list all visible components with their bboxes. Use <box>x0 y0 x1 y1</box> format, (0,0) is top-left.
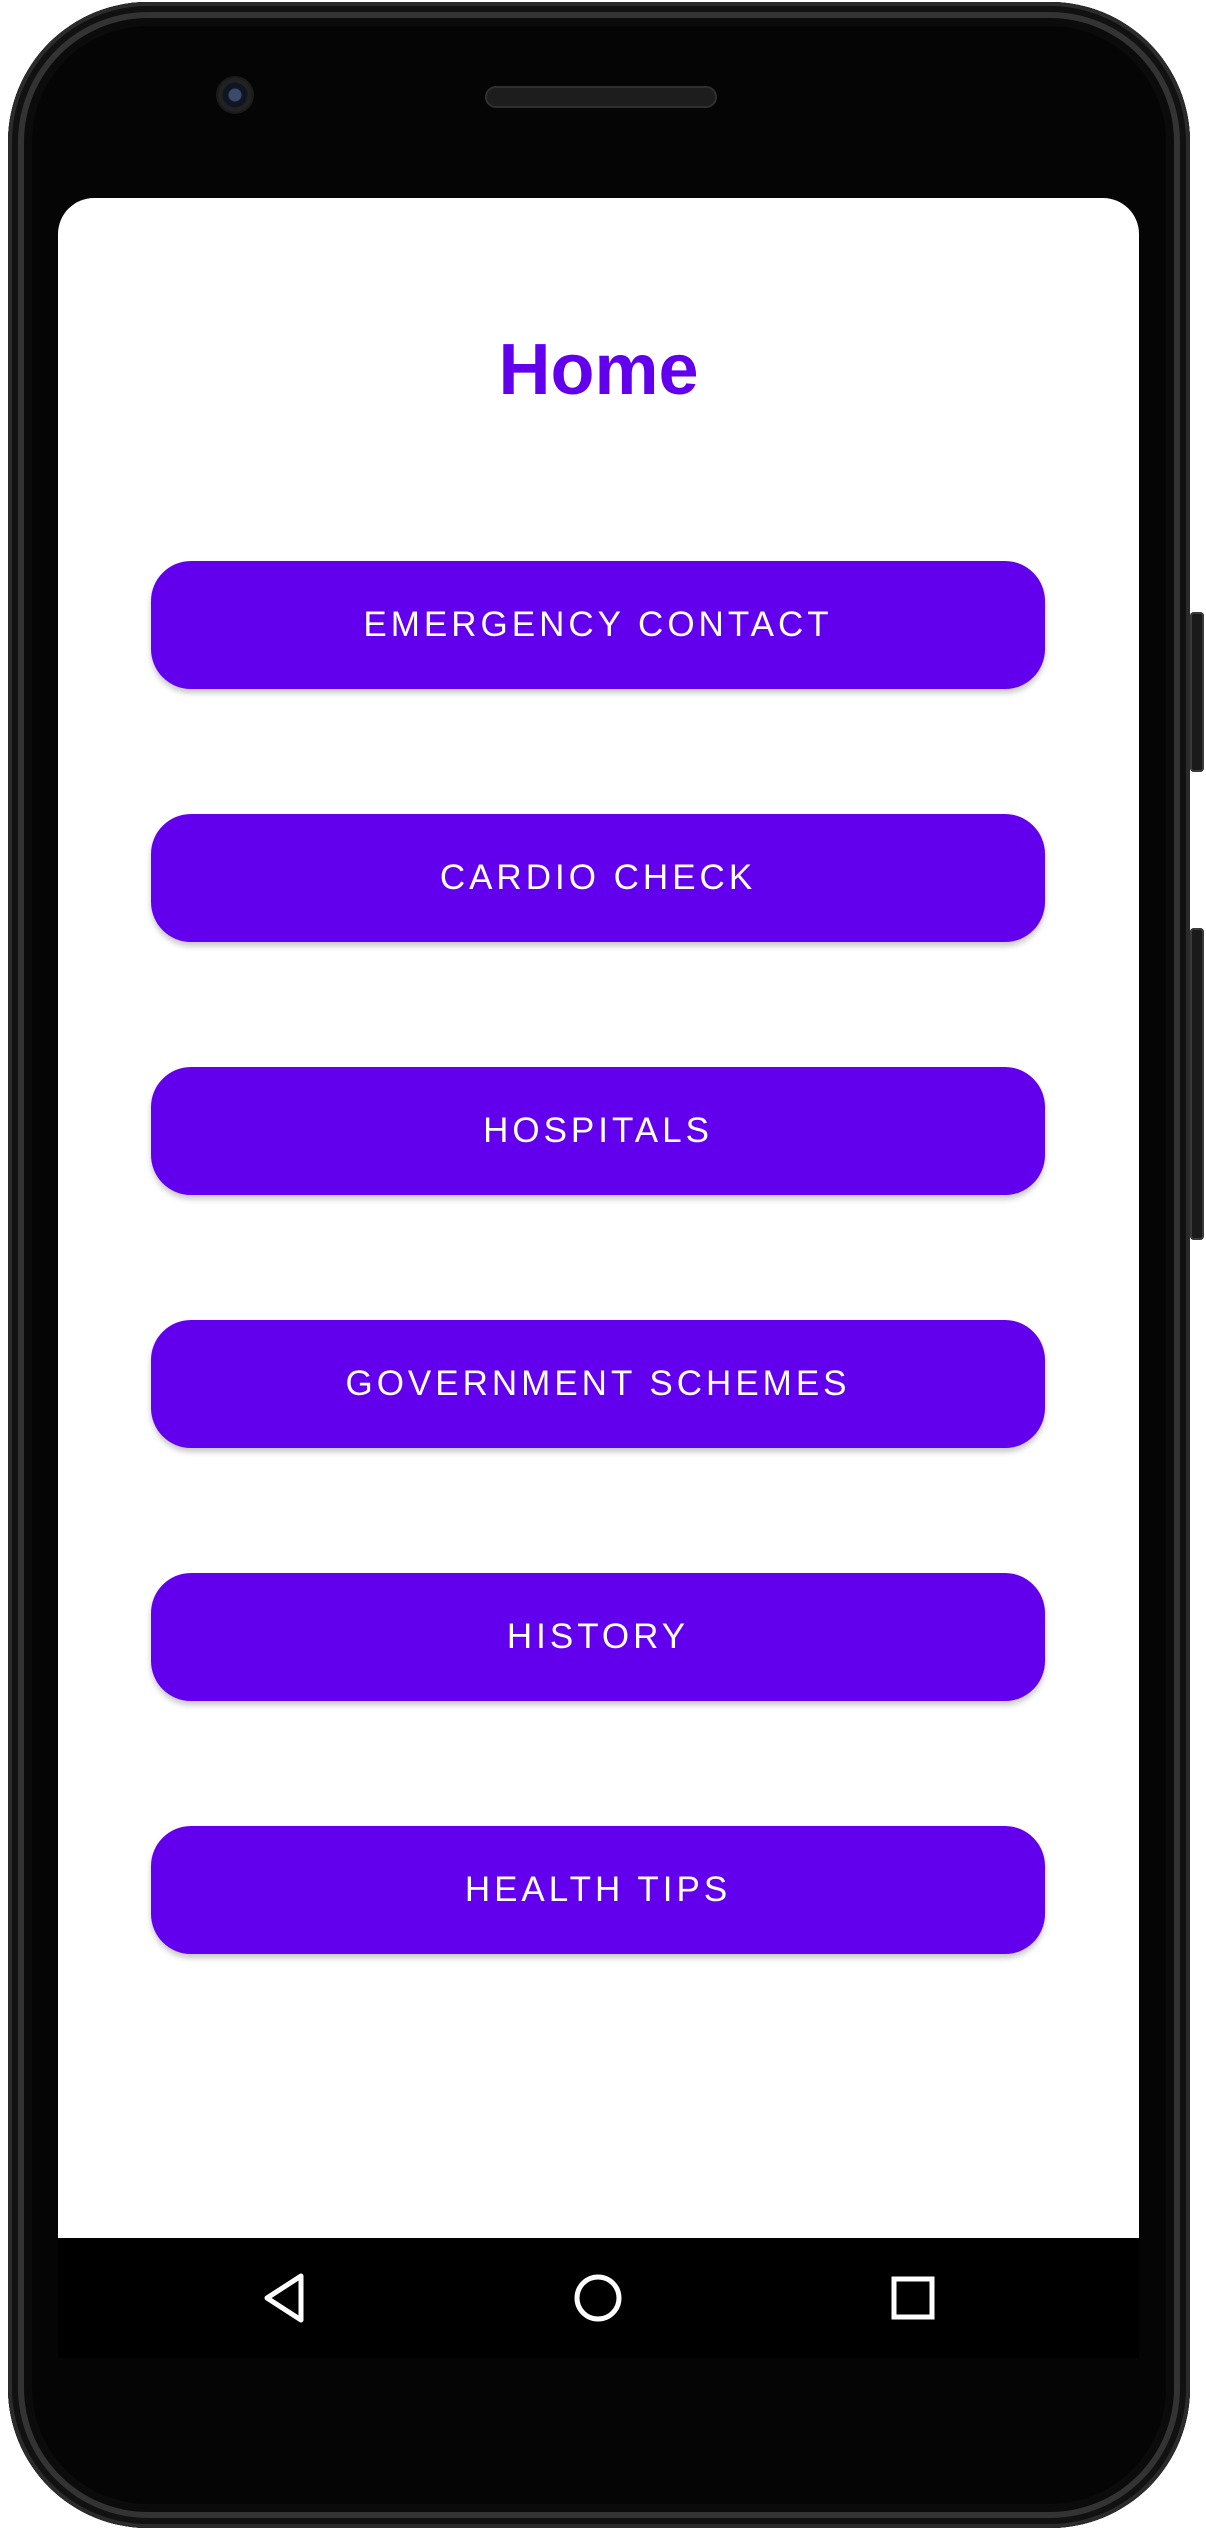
front-camera-icon <box>218 78 252 112</box>
phone-frame: Home EMERGENCY CONTACT CARDIO CHECK HOSP… <box>0 0 1206 2533</box>
cardio-check-button[interactable]: CARDIO CHECK <box>151 814 1045 942</box>
hospitals-button[interactable]: HOSPITALS <box>151 1067 1045 1195</box>
power-button <box>1190 928 1204 1240</box>
volume-button <box>1190 612 1204 772</box>
app-screen: Home EMERGENCY CONTACT CARDIO CHECK HOSP… <box>58 198 1139 2238</box>
government-schemes-button[interactable]: GOVERNMENT SCHEMES <box>151 1320 1045 1448</box>
page-title: Home <box>498 330 699 410</box>
emergency-contact-button[interactable]: EMERGENCY CONTACT <box>151 561 1045 689</box>
health-tips-button[interactable]: HEALTH TIPS <box>151 1826 1045 1954</box>
recents-icon[interactable] <box>853 2238 973 2358</box>
earpiece-speaker <box>485 86 717 108</box>
back-icon[interactable] <box>225 2238 345 2358</box>
home-icon[interactable] <box>538 2238 658 2358</box>
system-navigation-bar <box>58 2238 1139 2358</box>
history-button[interactable]: HISTORY <box>151 1573 1045 1701</box>
